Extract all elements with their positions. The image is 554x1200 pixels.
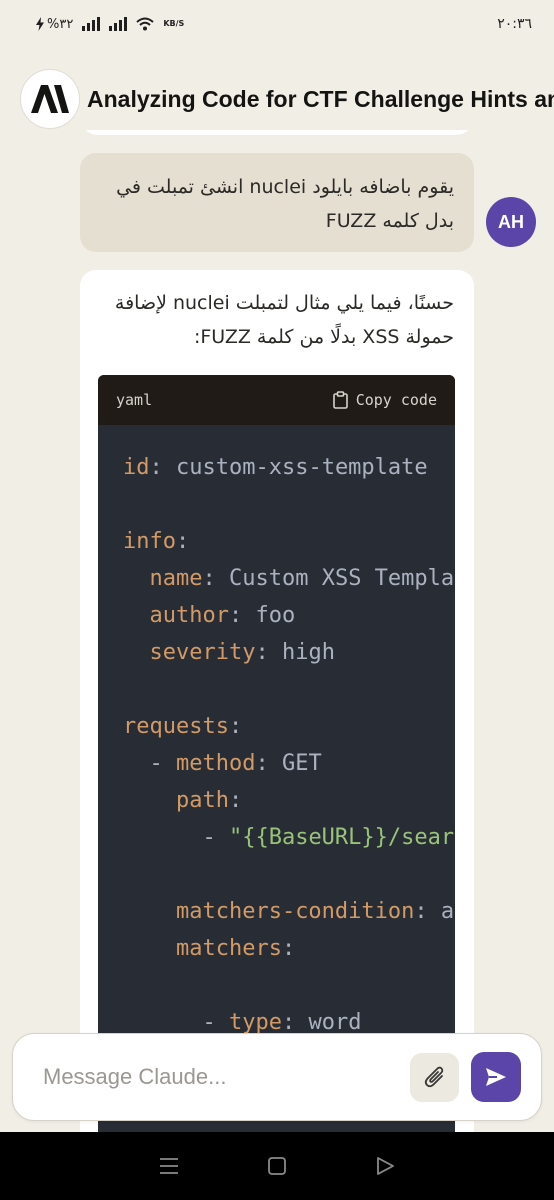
code-key: author: [149, 603, 229, 628]
code-sep: :: [281, 1010, 309, 1035]
signal-icon: [82, 17, 101, 31]
code-indent: -: [123, 825, 229, 850]
code-line: - method: GET: [123, 745, 455, 782]
clock: ٢٠:٣٦: [497, 16, 532, 32]
code-key: requests: [123, 714, 229, 739]
code-block-header: yaml Copy code: [98, 375, 455, 425]
code-value: "{{BaseURL}}/search?q=FUZZ": [228, 825, 455, 850]
copy-code-label: Copy code: [355, 391, 437, 409]
network-speed-unit: KB/S: [163, 19, 185, 28]
paperclip-icon: [424, 1066, 443, 1088]
code-line: info:: [123, 523, 455, 560]
code-key: matchers-condition: [175, 899, 415, 924]
code-line: severity: high: [123, 634, 455, 671]
message-composer: [12, 1033, 542, 1121]
code-sep: :: [149, 455, 176, 480]
code-line: id: custom-xss-template: [123, 449, 455, 486]
code-key: severity: [149, 640, 256, 665]
code-key: info: [123, 529, 176, 554]
status-bar: %٣٢ KB/S ٢٠:٣٦: [0, 0, 554, 48]
home-square-icon: [268, 1157, 286, 1175]
battery-percent: %٣٢: [47, 16, 74, 32]
attach-button[interactable]: [410, 1052, 459, 1102]
code-line: name: Custom XSS Template: [123, 560, 456, 597]
code-content: id: custom-xss-template info: name: Custo…: [98, 425, 455, 1115]
code-sep: :: [202, 566, 229, 591]
charging-icon: [36, 17, 44, 31]
code-line: path:: [123, 782, 455, 819]
user-message: يقوم باضافه بايلود nuclei انشئ تمبلت في …: [80, 153, 474, 252]
code-indent: -: [123, 751, 176, 776]
user-avatar[interactable]: AH: [486, 197, 536, 247]
menu-icon: [160, 1158, 178, 1174]
code-value: high: [281, 640, 335, 665]
code-sep: :: [255, 751, 282, 776]
back-button[interactable]: [365, 1146, 405, 1186]
code-line: matchers:: [123, 930, 455, 967]
chat-header: Analyzing Code for CTF Challenge Hints a…: [0, 68, 554, 130]
recent-apps-button[interactable]: [149, 1146, 189, 1186]
anthropic-logo-icon[interactable]: [20, 69, 80, 129]
signal-icon-2: [109, 17, 128, 31]
status-icons: %٣٢ KB/S: [36, 17, 184, 32]
back-triangle-icon: [377, 1157, 394, 1175]
code-value: GET: [281, 751, 322, 776]
code-key: name: [149, 566, 203, 591]
code-key: type: [228, 1010, 282, 1035]
code-value: Custom XSS Template: [228, 566, 455, 591]
code-sep: :: [255, 640, 282, 665]
code-sep: :: [175, 529, 190, 554]
code-sep: :: [281, 936, 296, 961]
code-indent: -: [123, 1010, 229, 1035]
code-sep: :: [228, 714, 243, 739]
assistant-message-text: حسنًا، فيما يلي مثال لتمبلت nuclei لإضاف…: [114, 292, 454, 348]
code-key: path: [175, 788, 229, 813]
code-value: and: [440, 899, 455, 924]
code-sep: :: [228, 788, 243, 813]
message-input[interactable]: [43, 1064, 410, 1090]
code-value: word: [308, 1010, 362, 1035]
system-nav-bar: [0, 1132, 554, 1200]
chat-title[interactable]: Analyzing Code for CTF Challenge Hints a…: [87, 86, 554, 113]
wifi-icon: [136, 17, 154, 31]
code-key: id: [123, 455, 150, 480]
code-line: - "{{BaseURL}}/search?q=FUZZ": [123, 819, 455, 856]
clipboard-icon: [332, 391, 348, 409]
user-message-text: يقوم باضافه بايلود nuclei انشئ تمبلت في …: [116, 176, 454, 232]
send-arrow-icon: [486, 1068, 506, 1086]
code-language-label: yaml: [116, 391, 153, 409]
code-line: author: foo: [123, 597, 455, 634]
code-key: matchers: [175, 936, 282, 961]
code-sep: :: [228, 603, 256, 628]
send-button[interactable]: [471, 1052, 521, 1102]
copy-code-button[interactable]: Copy code: [332, 391, 437, 409]
code-value: foo: [255, 603, 296, 628]
code-line: matchers-condition: and: [123, 893, 455, 930]
code-sep: :: [414, 899, 441, 924]
code-line: requests:: [123, 708, 455, 745]
code-value: custom-xss-template: [176, 455, 428, 480]
home-button[interactable]: [257, 1146, 297, 1186]
code-key: method: [175, 751, 256, 776]
